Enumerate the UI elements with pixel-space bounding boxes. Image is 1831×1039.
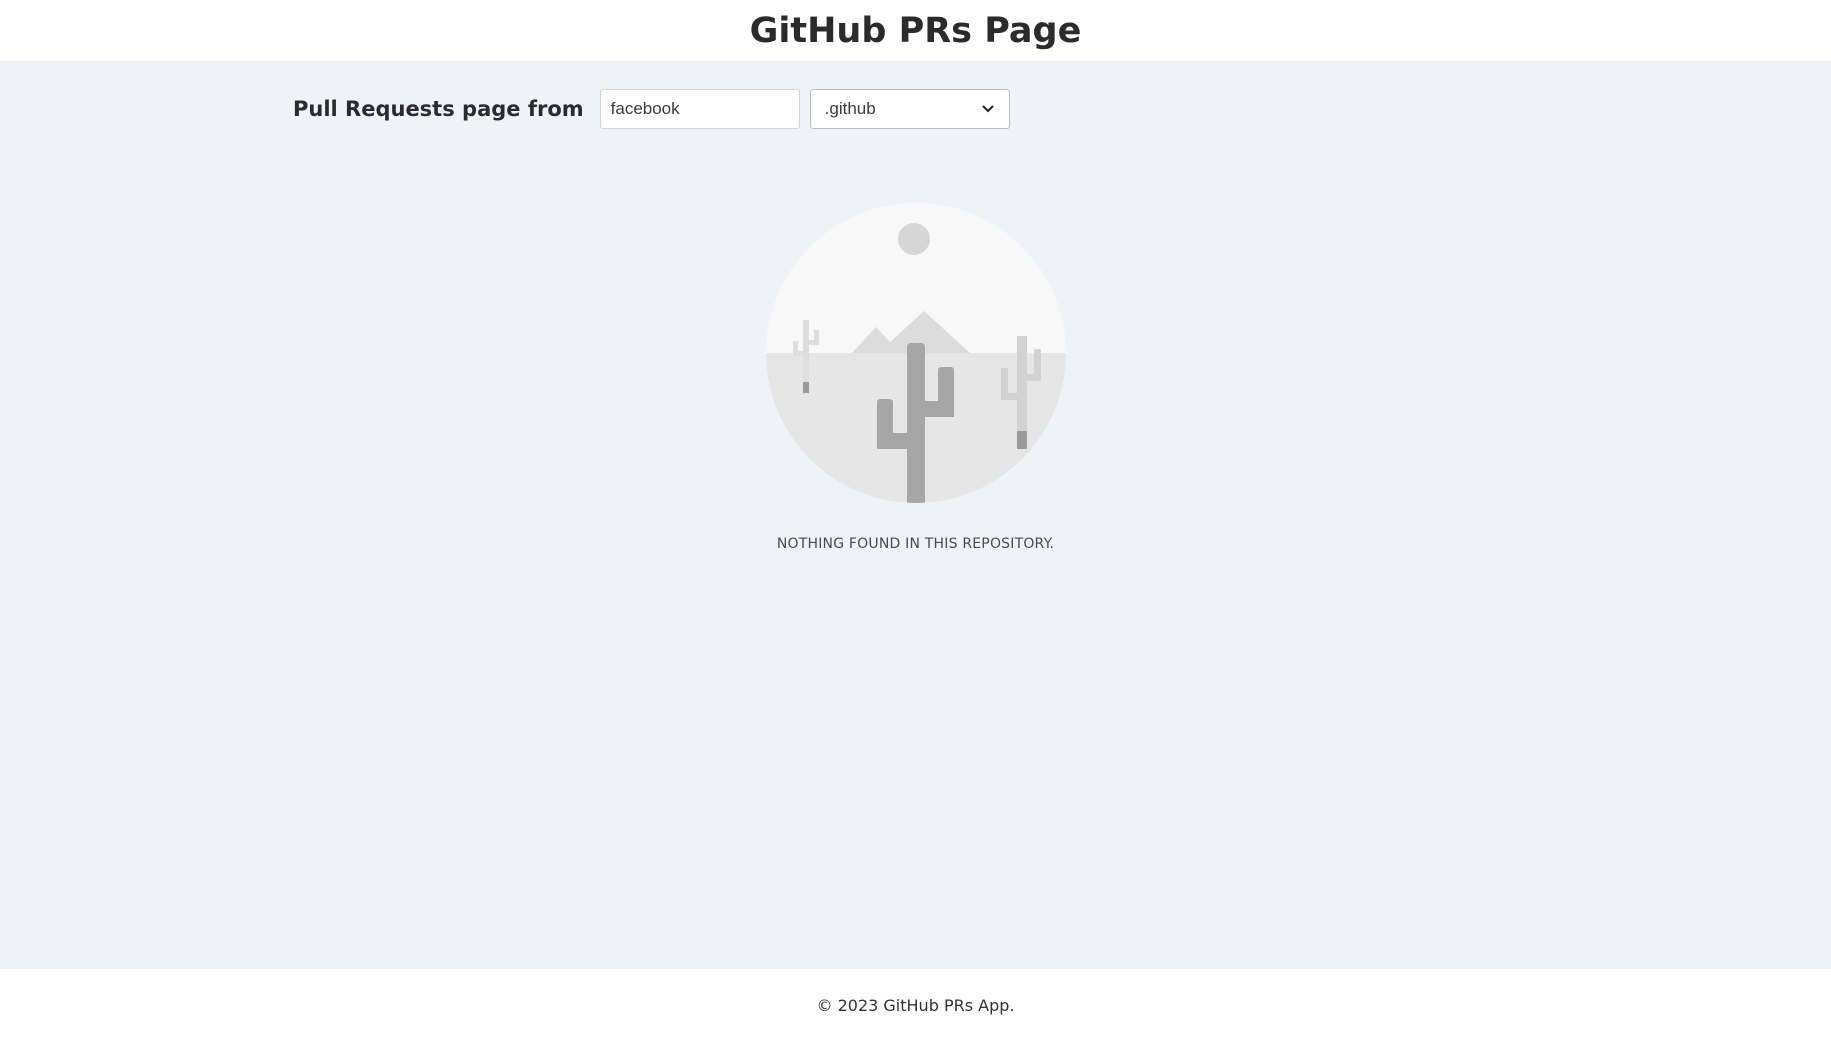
repo-picker: Pull Requests page from .github — [293, 89, 1010, 129]
empty-state: NOTHING FOUND IN THIS REPOSITORY. — [0, 203, 1831, 552]
page-title: GitHub PRs Page — [749, 11, 1082, 51]
repo-picker-label: Pull Requests page from — [293, 97, 584, 121]
footer-copyright: © 2023 GitHub PRs App. — [816, 996, 1015, 1015]
owner-input[interactable] — [599, 89, 800, 129]
desert-cactus-icon — [765, 203, 1066, 503]
empty-state-message: NOTHING FOUND IN THIS REPOSITORY. — [776, 536, 1055, 552]
app-footer: © 2023 GitHub PRs App. — [0, 969, 1831, 1039]
repo-select[interactable]: .github — [809, 89, 1010, 129]
app-header: GitHub PRs Page — [0, 0, 1831, 61]
repo-select-value: .github — [824, 99, 876, 118]
chevron-down-icon — [981, 102, 995, 116]
